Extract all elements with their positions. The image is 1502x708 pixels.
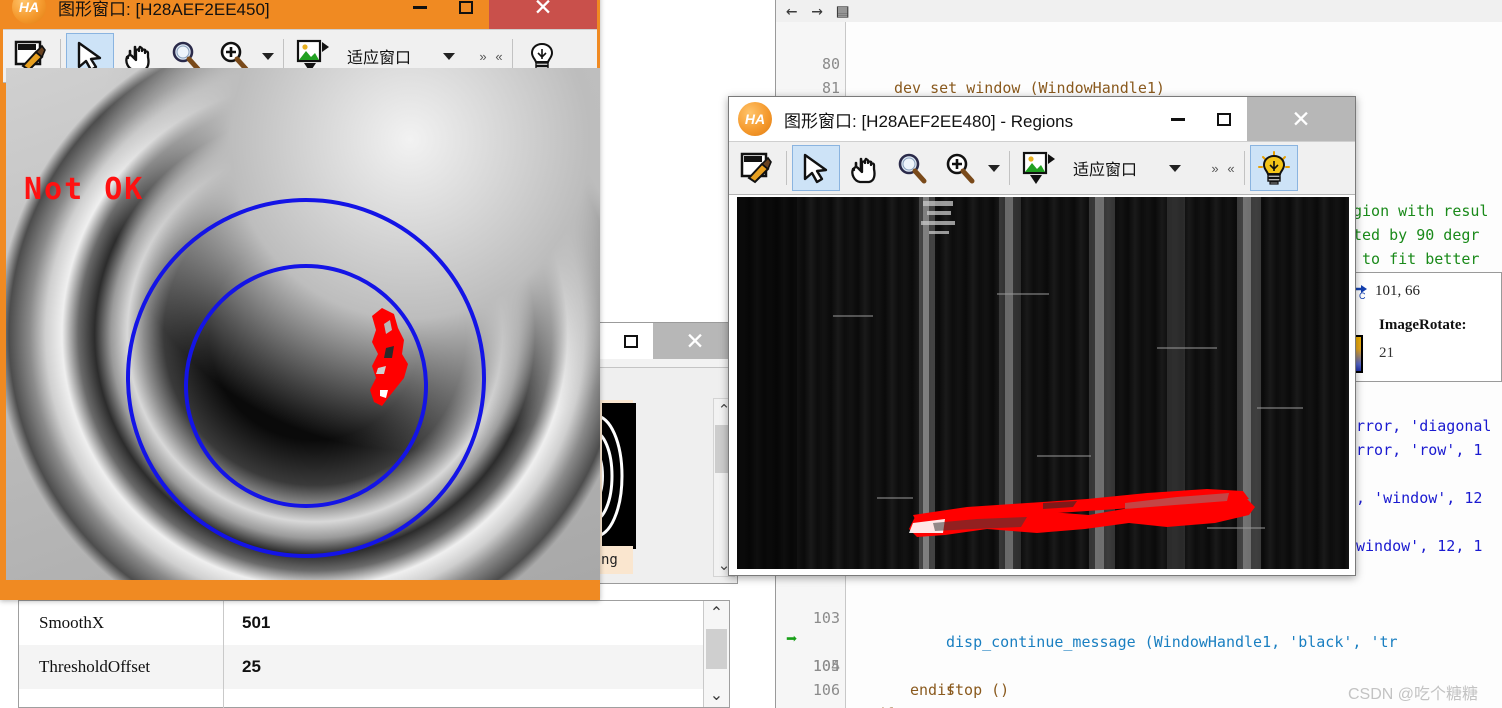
window1-titlebar[interactable]: HA 图形窗口: [H28AEF2EE450] ✕ <box>3 0 597 29</box>
background-close-button[interactable]: ✕ <box>653 323 737 359</box>
window2-toolbar[interactable]: 适应窗口 » « <box>729 141 1355 195</box>
cursor-coordinates: 101, 66 <box>1375 283 1420 299</box>
variable-name: ThresholdOffset <box>19 645 224 689</box>
close-icon: ✕ <box>1291 105 1311 132</box>
fit-mode-chevron-down-icon[interactable] <box>1165 145 1185 191</box>
zoom-magnifier-icon[interactable] <box>888 145 936 191</box>
background-maximize-button[interactable] <box>609 323 653 359</box>
defect-region-overlay <box>370 308 408 406</box>
halcon-logo-icon: HA <box>12 0 46 24</box>
window1-maximize-button[interactable] <box>443 0 489 29</box>
code-row[interactable]: 103 disp_continue_message (WindowHandle1… <box>776 582 1398 651</box>
zoom-in-icon[interactable] <box>936 145 984 191</box>
comment-text: ted by 90 degr <box>1353 226 1480 244</box>
code-row[interactable]: 107 * Reset system parameters <box>776 678 840 708</box>
csdn-watermark: CSDN @吃个糖糖 <box>1348 686 1479 703</box>
line-text: endif <box>910 681 956 699</box>
window2-close-button[interactable]: ✕ <box>1247 97 1355 141</box>
regions-image-canvas[interactable] <box>737 197 1349 569</box>
code-text: window', 12, 1 <box>1356 537 1483 555</box>
window2-minimize-button[interactable] <box>1155 97 1201 141</box>
status-badge-not-ok: Not OK <box>24 172 145 207</box>
close-icon: ✕ <box>533 0 553 20</box>
nav-list-icon[interactable]: ▤ <box>837 1 848 21</box>
nav-forward-icon[interactable]: → <box>811 1 822 21</box>
window1-title-buttons[interactable]: ✕ <box>397 0 597 29</box>
fit-window-icon[interactable] <box>1015 145 1063 191</box>
collapse-right-icon[interactable]: » <box>1207 161 1223 176</box>
main-image-canvas[interactable]: Not OK Press Run (F5) to continue <box>6 68 600 580</box>
scrollbar-thumb[interactable] <box>706 629 727 669</box>
maximize-icon <box>1217 112 1231 126</box>
lightbulb-icon[interactable] <box>1250 145 1299 191</box>
toolbar-separator <box>1244 151 1246 185</box>
graphics-window-main[interactable]: HA 图形窗口: [H28AEF2EE450] ✕ 适应窗口 » « Not O… <box>0 0 600 600</box>
pan-hand-icon[interactable] <box>840 145 888 191</box>
line-text: endfor <box>858 702 912 708</box>
minimize-icon <box>413 5 427 9</box>
collapse-right-icon[interactable]: » <box>475 49 491 64</box>
background-window-body: ng ⌃ ⌄ <box>568 367 737 583</box>
code-row[interactable]: ➡ 104 stop () <box>776 606 1009 700</box>
code-row[interactable]: 106 endfor <box>776 654 912 708</box>
minimize-icon <box>1171 117 1185 121</box>
maximize-icon <box>459 0 473 14</box>
scroll-up-icon[interactable]: ⌃ <box>704 601 729 625</box>
toolbar-separator <box>1009 151 1010 185</box>
fit-mode-label: 适应窗口 <box>1073 162 1138 179</box>
line-text: disp_continue_message (WindowHandle1, 'b… <box>946 633 1398 651</box>
comment-text: to fit better <box>1353 250 1480 268</box>
svg-text:C: C <box>1359 291 1366 301</box>
variable-value: 25 <box>242 657 261 676</box>
code-text: rror, 'row', 1 <box>1356 441 1483 459</box>
code-text: , 'window', 12 <box>1356 489 1483 507</box>
table-row[interactable]: ThresholdOffset 25 <box>19 645 729 689</box>
inspector-variable-value: 21 <box>1379 345 1394 361</box>
variable-table[interactable]: SmoothX 501 ThresholdOffset 25 ⌃ ⌄ <box>18 600 730 708</box>
background-thumbnail-caption: ng <box>599 546 633 574</box>
table-row-empty[interactable] <box>19 689 729 708</box>
code-row[interactable]: 105 endif <box>776 630 955 699</box>
window2-title-buttons[interactable]: ✕ <box>1155 97 1355 141</box>
edit-region-icon[interactable] <box>733 145 781 191</box>
toolbar-separator <box>786 151 787 185</box>
code-text: rror, 'diagonal <box>1356 417 1492 435</box>
variable-value <box>224 689 729 708</box>
defect-region-overlay <box>909 489 1255 537</box>
close-icon: ✕ <box>685 327 705 354</box>
nav-back-icon[interactable]: ← <box>786 1 797 21</box>
window1-title: 图形窗口: [H28AEF2EE450] <box>58 0 270 19</box>
fit-mode-label: 适应窗口 <box>347 50 412 67</box>
window2-maximize-button[interactable] <box>1201 97 1247 141</box>
line-number: 107 <box>776 702 840 708</box>
arrow-select-icon[interactable] <box>792 145 840 191</box>
collapse-left-icon[interactable]: « <box>491 49 507 64</box>
variable-name <box>19 689 224 708</box>
window2-titlebar[interactable]: HA 图形窗口: [H28AEF2EE480] - Regions ✕ <box>729 97 1355 141</box>
variable-table-scrollbar[interactable]: ⌃ ⌄ <box>703 601 729 707</box>
background-window[interactable]: ✕ ng ⌃ ⌄ <box>568 322 738 584</box>
background-window-titlebar[interactable]: ✕ <box>599 323 737 359</box>
window1-minimize-button[interactable] <box>397 0 443 29</box>
variable-value: 501 <box>242 613 271 632</box>
graphics-window-regions[interactable]: HA 图形窗口: [H28AEF2EE480] - Regions ✕ 适应窗口… <box>728 96 1356 576</box>
code-row[interactable]: 81 dev_display (Image) <box>776 52 1066 121</box>
line-text: stop () <box>946 681 1010 699</box>
scroll-down-icon[interactable]: ⌄ <box>704 683 729 707</box>
window2-title: 图形窗口: [H28AEF2EE480] - Regions <box>784 111 1074 131</box>
inspector-variable-label: ImageRotate: <box>1379 317 1467 333</box>
editor-nav-bar[interactable]: ← → ▤ <box>776 0 1502 22</box>
collapse-left-icon[interactable]: « <box>1223 161 1239 176</box>
table-row[interactable]: SmoothX 501 <box>19 601 729 645</box>
window1-close-button[interactable]: ✕ <box>489 0 597 29</box>
halcon-logo-icon: HA <box>738 102 772 136</box>
background-thumbnail-image <box>568 400 636 549</box>
variable-name: SmoothX <box>19 601 224 645</box>
comment-text: gion with resul <box>1353 202 1489 220</box>
zoom-options-chevron-down-icon[interactable] <box>984 145 1004 191</box>
screen-root: ← → ▤ 80 dev_set_window (WindowHandle1) … <box>0 0 1502 708</box>
code-row[interactable]: 80 dev_set_window (WindowHandle1) <box>776 28 1165 97</box>
